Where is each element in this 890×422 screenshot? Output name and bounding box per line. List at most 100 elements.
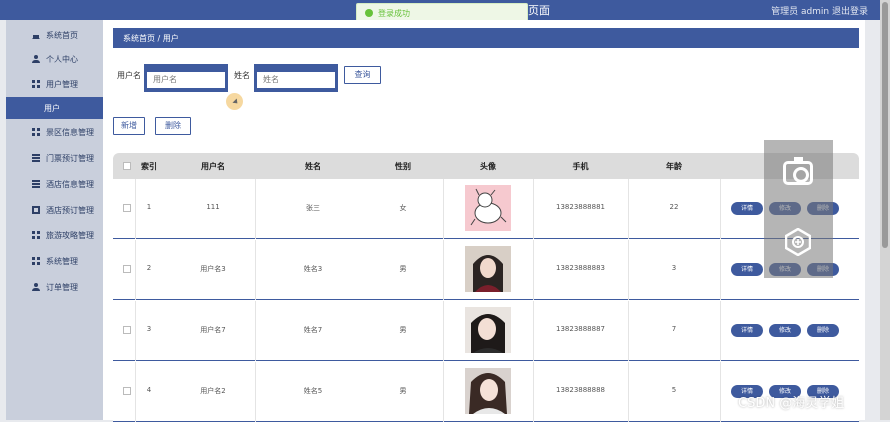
sidebar-item-label: 系统首页 bbox=[46, 31, 78, 40]
sidebar-item-label: 系统管理 bbox=[46, 257, 78, 266]
sidebar-item-label: 门票预订管理 bbox=[46, 154, 94, 163]
list-icon bbox=[32, 180, 40, 188]
sidebar-item-label: 景区信息管理 bbox=[46, 128, 94, 137]
cell-username: 用户名7 bbox=[200, 326, 226, 334]
breadcrumb: 系统首页 / 用户 bbox=[113, 28, 859, 48]
select-all-checkbox[interactable] bbox=[123, 162, 131, 170]
app-window: 页面 管理员 admin 退出登录 登录成功 系统首页 个人中心 用户管理 用户… bbox=[0, 0, 890, 422]
detail-button[interactable]: 详情 bbox=[731, 263, 763, 276]
sidebar-item-label: 酒店信息管理 bbox=[46, 180, 94, 189]
column-header-username: 用户名 bbox=[201, 162, 225, 171]
name-label: 姓名 bbox=[234, 71, 250, 80]
row-checkbox[interactable] bbox=[123, 204, 131, 212]
sidebar-item-scenic[interactable]: 景区信息管理 bbox=[6, 121, 103, 143]
cell-name: 姓名3 bbox=[303, 265, 323, 273]
grid-icon bbox=[32, 128, 40, 136]
name-field-wrap bbox=[254, 64, 338, 92]
username-label: 用户名 bbox=[117, 71, 141, 80]
cell-gender: 男 bbox=[399, 265, 407, 273]
watermark: CSDN @海灵学姐 bbox=[738, 396, 845, 411]
delete-button[interactable]: 删除 bbox=[155, 117, 191, 135]
chevron-right-icon[interactable] bbox=[846, 193, 864, 223]
row-checkbox[interactable] bbox=[123, 326, 131, 334]
grid-icon bbox=[32, 231, 40, 239]
cell-phone: 13823888888 bbox=[556, 386, 605, 394]
table-header: 索引 用户名 姓名 性别 头像 手机 年龄 bbox=[113, 153, 859, 179]
main-content: 系统首页 / 用户 用户名 姓名 查询 新增 删除 索引 用户名 姓名 性别 头… bbox=[103, 20, 865, 422]
cell-age: 7 bbox=[671, 325, 677, 333]
avatar bbox=[465, 307, 511, 353]
table-row: 2 用户名3 姓名3 男 13823888883 3 详情 修改 删除 bbox=[113, 240, 859, 300]
sidebar-item-users[interactable]: 用户 bbox=[6, 97, 103, 119]
floating-toolbar bbox=[764, 140, 833, 278]
add-button[interactable]: 新增 bbox=[113, 117, 145, 135]
edit-button[interactable]: 修改 bbox=[769, 324, 801, 337]
sidebar-item-orders[interactable]: 订单管理 bbox=[6, 276, 103, 298]
avatar bbox=[465, 185, 511, 231]
cell-index: 2 bbox=[146, 264, 152, 272]
sidebar-item-hotel-info[interactable]: 酒店信息管理 bbox=[6, 173, 103, 195]
sidebar-item-label: 个人中心 bbox=[46, 55, 78, 64]
box-icon bbox=[32, 206, 40, 214]
cell-index: 4 bbox=[146, 386, 152, 394]
cell-index: 1 bbox=[146, 203, 152, 211]
username-input[interactable] bbox=[147, 71, 225, 88]
cell-name: 张三 bbox=[306, 204, 320, 212]
column-header-age: 年龄 bbox=[666, 162, 682, 171]
sidebar-item-label: 酒店预订管理 bbox=[46, 206, 94, 215]
table-row: 3 用户名7 姓名7 男 13823888887 7 详情 修改 删除 bbox=[113, 301, 859, 361]
sidebar-item-profile[interactable]: 个人中心 bbox=[6, 48, 103, 70]
avatar bbox=[465, 246, 511, 292]
grid-icon bbox=[32, 80, 40, 88]
hexagon-plus-icon[interactable] bbox=[785, 228, 811, 256]
cell-phone: 13823888883 bbox=[556, 264, 605, 272]
cell-name: 姓名7 bbox=[303, 326, 323, 334]
list-icon bbox=[32, 154, 40, 162]
row-checkbox[interactable] bbox=[123, 387, 131, 395]
user-info[interactable]: 管理员 admin 退出登录 bbox=[771, 4, 868, 17]
cell-phone: 13823888887 bbox=[556, 325, 605, 333]
avatar bbox=[465, 368, 511, 414]
sidebar-item-travel-guides[interactable]: 旅游攻略管理 bbox=[6, 224, 103, 246]
sidebar-item-system[interactable]: 系统管理 bbox=[6, 250, 103, 272]
scrollbar-thumb[interactable] bbox=[882, 2, 888, 248]
sidebar-item-label: 订单管理 bbox=[46, 283, 78, 292]
sidebar-item-label: 用户管理 bbox=[46, 80, 78, 89]
table-row: 1 111 张三 女 13823888881 22 详情 修改 删除 bbox=[113, 179, 859, 239]
column-header-phone: 手机 bbox=[572, 162, 589, 171]
detail-button[interactable]: 详情 bbox=[731, 324, 763, 337]
cell-age: 3 bbox=[671, 264, 677, 272]
cell-age: 22 bbox=[669, 203, 679, 211]
cell-username: 111 bbox=[206, 203, 220, 211]
column-header-gender: 性别 bbox=[395, 162, 411, 171]
sidebar-item-ticket-booking[interactable]: 门票预订管理 bbox=[6, 147, 103, 169]
camera-icon[interactable] bbox=[783, 157, 813, 185]
cell-gender: 男 bbox=[399, 387, 407, 395]
name-input[interactable] bbox=[257, 71, 335, 88]
sidebar-item-home[interactable]: 系统首页 bbox=[6, 24, 103, 46]
user-icon bbox=[32, 283, 40, 291]
sidebar-item-label: 用户 bbox=[44, 104, 60, 113]
row-checkbox[interactable] bbox=[123, 265, 131, 273]
cell-index: 3 bbox=[146, 325, 152, 333]
toast-message: 登录成功 bbox=[378, 9, 410, 18]
sidebar-item-user-management[interactable]: 用户管理 bbox=[6, 73, 103, 95]
home-icon bbox=[32, 31, 40, 39]
query-button[interactable]: 查询 bbox=[344, 66, 381, 84]
cell-name: 姓名5 bbox=[303, 387, 323, 395]
row-delete-button[interactable]: 删除 bbox=[807, 324, 839, 337]
scrollbar[interactable] bbox=[880, 0, 890, 420]
column-header-avatar: 头像 bbox=[480, 162, 496, 171]
cell-age: 5 bbox=[671, 386, 677, 394]
cell-username: 用户名2 bbox=[200, 387, 226, 395]
sidebar-item-hotel-booking[interactable]: 酒店预订管理 bbox=[6, 199, 103, 221]
user-icon bbox=[32, 55, 40, 63]
detail-button[interactable]: 详情 bbox=[731, 202, 763, 215]
column-header-index: 索引 bbox=[141, 162, 157, 171]
cell-username: 用户名3 bbox=[200, 265, 226, 273]
username-field-wrap bbox=[144, 64, 228, 92]
app-title: 页面 bbox=[528, 4, 550, 17]
grid-icon bbox=[32, 257, 40, 265]
sidebar-item-label: 旅游攻略管理 bbox=[46, 231, 94, 240]
cell-gender: 男 bbox=[399, 326, 407, 334]
